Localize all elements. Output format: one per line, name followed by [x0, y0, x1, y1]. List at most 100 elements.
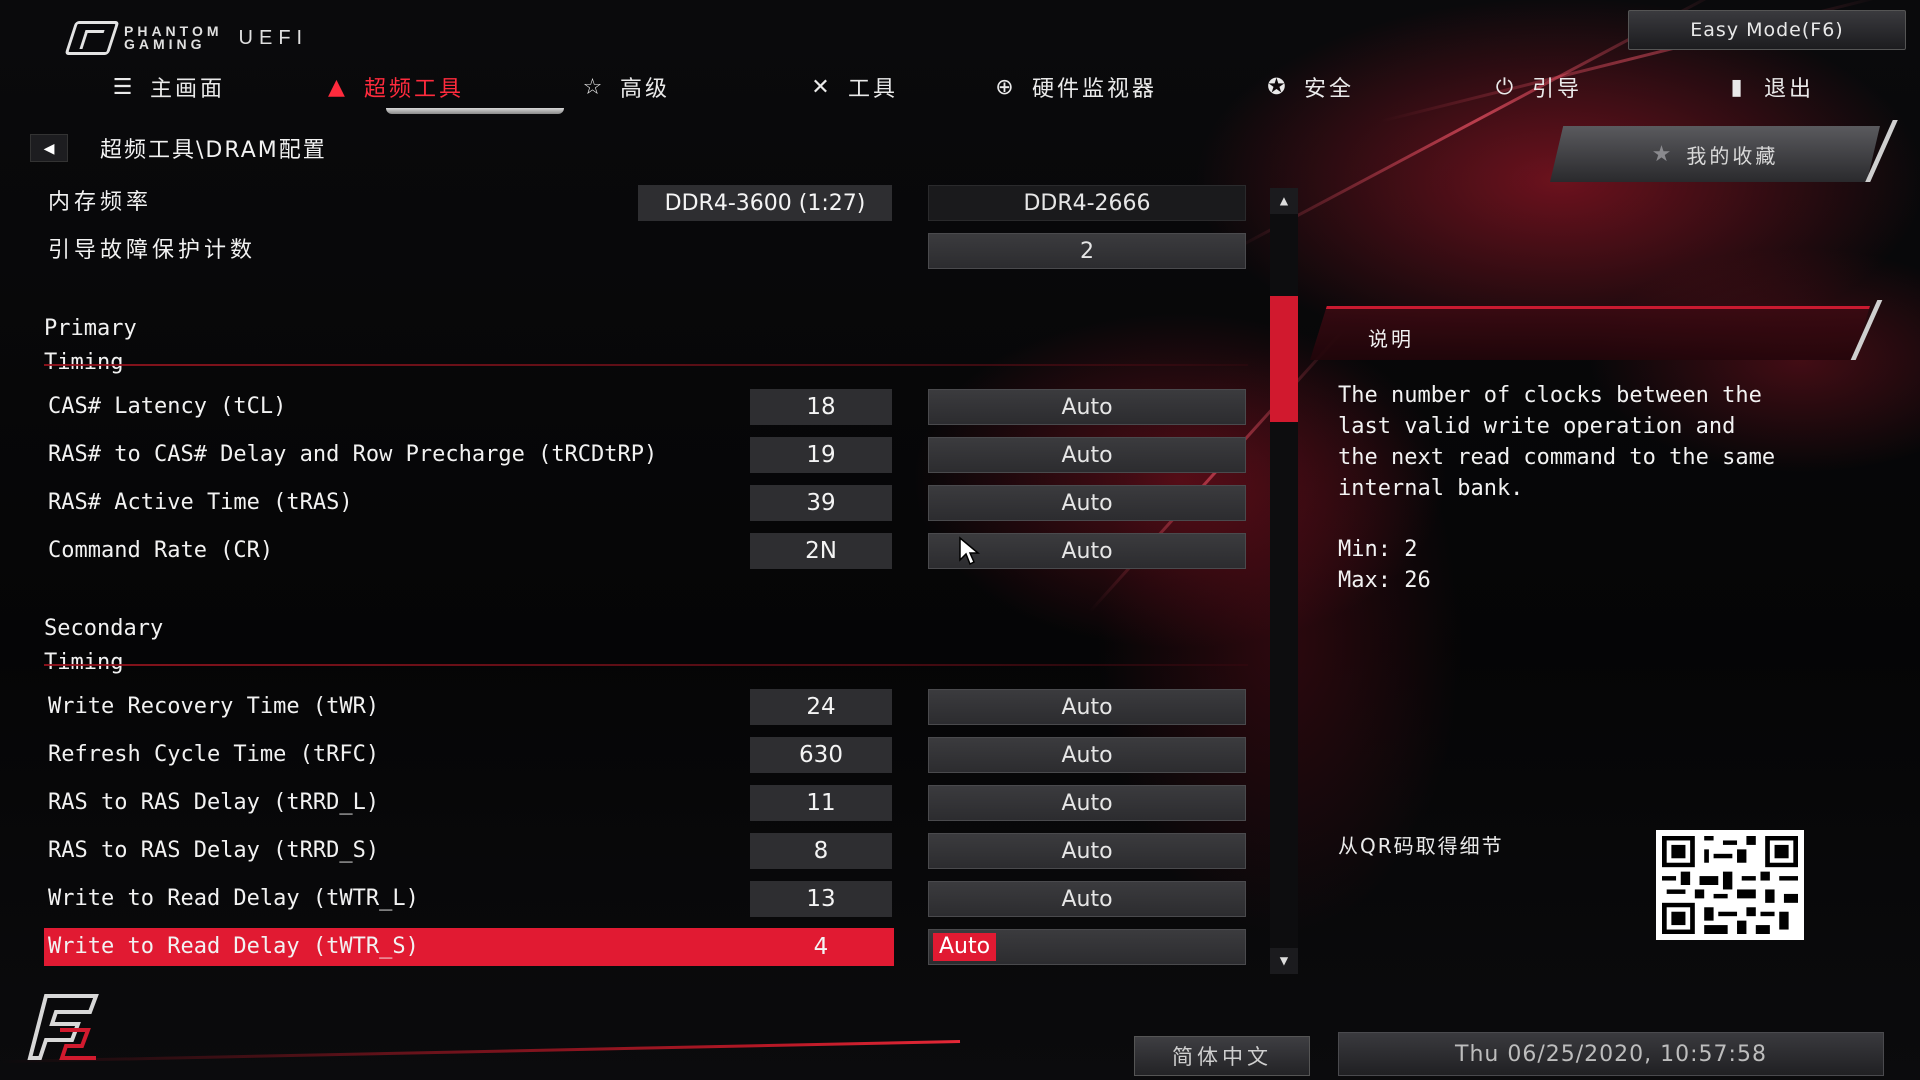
section-title-primary-timing: Primary Timing — [44, 316, 137, 375]
language-select[interactable]: 简体中文 — [1134, 1036, 1310, 1076]
section-title-secondary-timing: Secondary Timing — [44, 616, 164, 675]
current-value: 18 — [750, 389, 892, 425]
section-divider — [44, 664, 1248, 666]
current-value: 13 — [750, 881, 892, 917]
current-value: 11 — [750, 785, 892, 821]
option-select-tras[interactable]: Auto — [928, 485, 1246, 521]
setting-row-trfc[interactable]: Refresh Cycle Time (tRFC) 630 — [44, 736, 894, 774]
setting-label: CAS# Latency (tCL) — [48, 394, 287, 419]
tab-main[interactable]: ☰ 主画面 — [110, 64, 225, 110]
current-value: 4 — [813, 934, 829, 960]
option-select-twr[interactable]: Auto — [928, 689, 1246, 725]
setting-label: RAS to RAS Delay (tRRD_L) — [48, 790, 380, 815]
exit-icon: ▮ — [1730, 74, 1746, 100]
qr-code-graphic — [1662, 836, 1798, 934]
option-select-trrd-l[interactable]: Auto — [928, 785, 1246, 821]
mouse-cursor-icon — [959, 536, 981, 566]
option-select-twtr-l[interactable]: Auto — [928, 881, 1246, 917]
tab-tools[interactable]: ✕ 工具 — [808, 64, 898, 110]
flame-icon: ▲ — [328, 74, 348, 100]
description-text: The number of clocks between the last va… — [1338, 383, 1776, 501]
tab-advanced[interactable]: ☆ 高级 — [580, 64, 670, 110]
active-tab-indicator — [386, 108, 564, 114]
setting-row-twtr-s[interactable]: Write to Read Delay (tWTR_S) 4 — [44, 928, 894, 966]
logo-uefi: UEFI — [238, 26, 309, 49]
setting-row-twr[interactable]: Write Recovery Time (tWR) 24 — [44, 688, 894, 726]
setting-row-trcdtrp[interactable]: RAS# to CAS# Delay and Row Precharge (tR… — [44, 436, 894, 474]
tab-label: 硬件监视器 — [1032, 77, 1158, 102]
datetime-display: Thu 06/25/2020, 10:57:58 — [1338, 1032, 1884, 1076]
settings-scrollbar[interactable]: ▲ ▼ — [1270, 188, 1298, 974]
setting-label: 内存频率 — [48, 190, 153, 215]
description-header: 说明 — [1310, 306, 1870, 360]
setting-label: RAS# Active Time (tRAS) — [48, 490, 353, 515]
monitor-icon: ⊕ — [995, 74, 1017, 100]
logo-wordmark: PHANTOM GAMING — [124, 24, 223, 52]
qr-label: 从QR码取得细节 — [1338, 834, 1504, 858]
tab-label: 安全 — [1304, 77, 1355, 102]
tab-label: 引导 — [1532, 77, 1583, 102]
description-title: 说明 — [1368, 327, 1414, 351]
arrow-left-icon: ◀ — [43, 137, 55, 159]
current-value: 19 — [750, 437, 892, 473]
logo-line2: GAMING — [124, 36, 206, 52]
setting-row-twtr-l[interactable]: Write to Read Delay (tWTR_L) 13 — [44, 880, 894, 918]
option-value: Auto — [933, 933, 997, 961]
setting-row-tcl[interactable]: CAS# Latency (tCL) 18 — [44, 388, 894, 426]
tab-boot[interactable]: ⏻ 引导 — [1492, 64, 1582, 110]
setting-row-command-rate[interactable]: Command Rate (CR) 2N — [44, 532, 894, 570]
tab-label: 退出 — [1764, 77, 1815, 102]
tab-label: 高级 — [620, 77, 671, 102]
phantom-gaming-logo-icon — [27, 994, 99, 1060]
star-icon: ☆ — [582, 74, 606, 100]
option-select-trrd-s[interactable]: Auto — [928, 833, 1246, 869]
favorites-button[interactable]: ★ 我的收藏 — [1550, 126, 1880, 182]
phantom-gaming-logo-icon — [64, 21, 120, 55]
scroll-down-button[interactable]: ▼ — [1270, 948, 1298, 974]
option-select-tcl[interactable]: Auto — [928, 389, 1246, 425]
setting-label: Write to Read Delay (tWTR_S) — [48, 934, 419, 959]
tab-exit[interactable]: ▮ 退出 — [1724, 64, 1814, 110]
max-value: Max: 26 — [1338, 568, 1431, 593]
setting-label: RAS to RAS Delay (tRRD_S) — [48, 838, 380, 863]
min-value: Min: 2 — [1338, 537, 1418, 562]
brand-logo: PHANTOM GAMING UEFI — [64, 18, 309, 58]
option-select-trcdtrp[interactable]: Auto — [928, 437, 1246, 473]
current-value: 39 — [750, 485, 892, 521]
setting-label: Refresh Cycle Time (tRFC) — [48, 742, 380, 767]
triangle-up-icon: ▲ — [1279, 193, 1289, 209]
triangle-down-icon: ▼ — [1279, 953, 1289, 969]
setting-label: 引导故障保护计数 — [48, 238, 257, 263]
main-nav: ☰ 主画面 ▲ 超频工具 ☆ 高级 ✕ 工具 ⊕ 硬件监视器 ✪ 安全 ⏻ 引导… — [80, 64, 1840, 114]
tab-label: 超频工具 — [364, 77, 465, 102]
tab-label: 工具 — [848, 77, 899, 102]
setting-label: RAS# to CAS# Delay and Row Precharge (tR… — [48, 442, 658, 467]
section-divider — [44, 364, 1248, 366]
qr-code-icon — [1656, 830, 1804, 940]
favorites-label: 我的收藏 — [1686, 143, 1779, 168]
setting-label: Write to Read Delay (tWTR_L) — [48, 886, 419, 911]
tab-security[interactable]: ✪ 安全 — [1264, 64, 1354, 110]
current-value: 2N — [750, 533, 892, 569]
star-icon: ★ — [1651, 141, 1675, 167]
option-select-twtr-s[interactable]: Auto — [928, 929, 1246, 965]
setting-row-trrd-l[interactable]: RAS to RAS Delay (tRRD_L) 11 — [44, 784, 894, 822]
back-button[interactable]: ◀ — [30, 134, 68, 162]
setting-row-tras[interactable]: RAS# Active Time (tRAS) 39 — [44, 484, 894, 522]
option-select-trfc[interactable]: Auto — [928, 737, 1246, 773]
power-icon: ⏻ — [1495, 74, 1517, 100]
tab-oc-tweaker[interactable]: ▲ 超频工具 — [324, 64, 464, 110]
option-select-memory-frequency[interactable]: DDR4-2666 — [928, 185, 1246, 221]
scroll-up-button[interactable]: ▲ — [1270, 188, 1298, 214]
tools-icon: ✕ — [811, 74, 833, 100]
setting-row-trrd-s[interactable]: RAS to RAS Delay (tRRD_S) 8 — [44, 832, 894, 870]
scroll-thumb[interactable] — [1270, 296, 1298, 422]
setting-label: Command Rate (CR) — [48, 538, 274, 563]
setting-row-boot-failure-guard[interactable]: 引导故障保护计数 — [44, 232, 894, 270]
option-select-boot-failure-guard[interactable]: 2 — [928, 233, 1246, 269]
easy-mode-button[interactable]: Easy Mode(F6) — [1628, 10, 1906, 50]
tab-hardware-monitor[interactable]: ⊕ 硬件监视器 — [992, 64, 1157, 110]
setting-row-memory-frequency[interactable]: 内存频率 DDR4-3600 (1:27) — [44, 184, 894, 222]
current-value: 24 — [750, 689, 892, 725]
breadcrumb: 超频工具\DRAM配置 — [100, 138, 327, 163]
